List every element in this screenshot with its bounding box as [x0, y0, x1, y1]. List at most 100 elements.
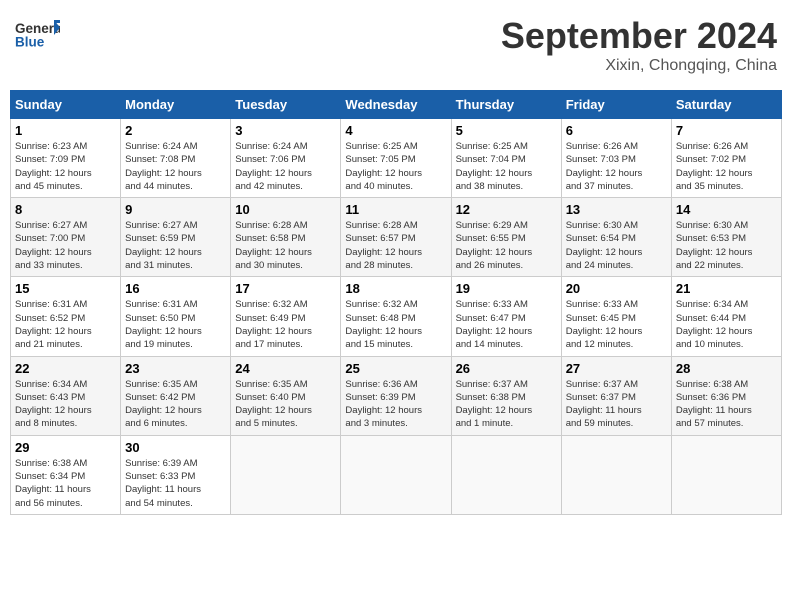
day-number: 29	[15, 440, 116, 455]
svg-text:General: General	[15, 21, 60, 36]
day-number: 14	[676, 202, 777, 217]
calendar-cell: 17 Sunrise: 6:32 AM Sunset: 6:49 PM Dayli…	[231, 277, 341, 356]
calendar-cell: 15Sunrise: 6:31 AM Sunset: 6:52 PM Dayli…	[11, 277, 121, 356]
day-number: 13	[566, 202, 667, 217]
weekday-header-tuesday: Tuesday	[231, 91, 341, 119]
calendar-cell: 4 Sunrise: 6:25 AM Sunset: 7:05 PM Daylig…	[341, 119, 451, 198]
day-info: Sunrise: 6:25 AM Sunset: 7:05 PM Dayligh…	[345, 140, 446, 193]
day-info: Sunrise: 6:34 AM Sunset: 6:43 PM Dayligh…	[15, 378, 116, 431]
day-info: Sunrise: 6:28 AM Sunset: 6:58 PM Dayligh…	[235, 219, 336, 272]
calendar-cell	[231, 435, 341, 514]
calendar-week-1: 1Sunrise: 6:23 AM Sunset: 7:09 PM Daylig…	[11, 119, 782, 198]
day-number: 21	[676, 281, 777, 296]
day-number: 20	[566, 281, 667, 296]
calendar-cell: 18 Sunrise: 6:32 AM Sunset: 6:48 PM Dayli…	[341, 277, 451, 356]
calendar-cell: 21 Sunrise: 6:34 AM Sunset: 6:44 PM Dayli…	[671, 277, 781, 356]
calendar-cell: 22 Sunrise: 6:34 AM Sunset: 6:43 PM Dayli…	[11, 356, 121, 435]
logo: General Blue	[15, 15, 60, 55]
day-info: Sunrise: 6:27 AM Sunset: 7:00 PM Dayligh…	[15, 219, 116, 272]
day-info: Sunrise: 6:26 AM Sunset: 7:03 PM Dayligh…	[566, 140, 667, 193]
calendar-cell: 27Sunrise: 6:37 AM Sunset: 6:37 PM Dayli…	[561, 356, 671, 435]
calendar-cell: 19Sunrise: 6:33 AM Sunset: 6:47 PM Dayli…	[451, 277, 561, 356]
weekday-header-thursday: Thursday	[451, 91, 561, 119]
day-number: 30	[125, 440, 226, 455]
day-info: Sunrise: 6:27 AM Sunset: 6:59 PM Dayligh…	[125, 219, 226, 272]
calendar-cell: 13 Sunrise: 6:30 AM Sunset: 6:54 PM Dayli…	[561, 198, 671, 277]
page-header: General Blue September 2024 Xixin, Chong…	[10, 10, 782, 80]
weekday-header-wednesday: Wednesday	[341, 91, 451, 119]
day-info: Sunrise: 6:28 AM Sunset: 6:57 PM Dayligh…	[345, 219, 446, 272]
day-info: Sunrise: 6:34 AM Sunset: 6:44 PM Dayligh…	[676, 298, 777, 351]
calendar-title: September 2024	[501, 15, 777, 57]
day-number: 23	[125, 361, 226, 376]
calendar-cell	[671, 435, 781, 514]
day-info: Sunrise: 6:32 AM Sunset: 6:49 PM Dayligh…	[235, 298, 336, 351]
calendar-cell: 20 Sunrise: 6:33 AM Sunset: 6:45 PM Dayli…	[561, 277, 671, 356]
day-number: 15	[15, 281, 116, 296]
calendar-cell: 28 Sunrise: 6:38 AM Sunset: 6:36 PM Dayli…	[671, 356, 781, 435]
calendar-week-4: 22 Sunrise: 6:34 AM Sunset: 6:43 PM Dayli…	[11, 356, 782, 435]
day-info: Sunrise: 6:24 AM Sunset: 7:08 PM Dayligh…	[125, 140, 226, 193]
day-info: Sunrise: 6:30 AM Sunset: 6:53 PM Dayligh…	[676, 219, 777, 272]
calendar-cell	[561, 435, 671, 514]
day-number: 24	[235, 361, 336, 376]
day-number: 6	[566, 123, 667, 138]
day-info: Sunrise: 6:30 AM Sunset: 6:54 PM Dayligh…	[566, 219, 667, 272]
calendar-cell	[341, 435, 451, 514]
calendar-cell: 5 Sunrise: 6:25 AM Sunset: 7:04 PM Daylig…	[451, 119, 561, 198]
calendar-cell	[451, 435, 561, 514]
logo-icon: General Blue	[15, 15, 60, 55]
day-info: Sunrise: 6:25 AM Sunset: 7:04 PM Dayligh…	[456, 140, 557, 193]
weekday-header-saturday: Saturday	[671, 91, 781, 119]
day-number: 22	[15, 361, 116, 376]
calendar-location: Xixin, Chongqing, China	[501, 57, 777, 75]
day-info: Sunrise: 6:24 AM Sunset: 7:06 PM Dayligh…	[235, 140, 336, 193]
day-number: 10	[235, 202, 336, 217]
calendar-cell: 7Sunrise: 6:26 AM Sunset: 7:02 PM Daylig…	[671, 119, 781, 198]
calendar-cell: 25Sunrise: 6:36 AM Sunset: 6:39 PM Dayli…	[341, 356, 451, 435]
day-number: 7	[676, 123, 777, 138]
day-number: 16	[125, 281, 226, 296]
day-number: 9	[125, 202, 226, 217]
calendar-cell: 11 Sunrise: 6:28 AM Sunset: 6:57 PM Dayli…	[341, 198, 451, 277]
weekday-header-monday: Monday	[121, 91, 231, 119]
day-info: Sunrise: 6:38 AM Sunset: 6:36 PM Dayligh…	[676, 378, 777, 431]
weekday-header-friday: Friday	[561, 91, 671, 119]
day-number: 1	[15, 123, 116, 138]
calendar-cell: 8 Sunrise: 6:27 AM Sunset: 7:00 PM Daylig…	[11, 198, 121, 277]
day-info: Sunrise: 6:33 AM Sunset: 6:47 PM Dayligh…	[456, 298, 557, 351]
weekday-header-row: SundayMondayTuesdayWednesdayThursdayFrid…	[11, 91, 782, 119]
calendar-cell: 16Sunrise: 6:31 AM Sunset: 6:50 PM Dayli…	[121, 277, 231, 356]
day-number: 28	[676, 361, 777, 376]
day-number: 18	[345, 281, 446, 296]
day-number: 17	[235, 281, 336, 296]
calendar-cell: 24Sunrise: 6:35 AM Sunset: 6:40 PM Dayli…	[231, 356, 341, 435]
calendar-cell: 10 Sunrise: 6:28 AM Sunset: 6:58 PM Dayli…	[231, 198, 341, 277]
day-info: Sunrise: 6:32 AM Sunset: 6:48 PM Dayligh…	[345, 298, 446, 351]
calendar-cell: 30 Sunrise: 6:39 AM Sunset: 6:33 PM Dayli…	[121, 435, 231, 514]
day-info: Sunrise: 6:35 AM Sunset: 6:42 PM Dayligh…	[125, 378, 226, 431]
day-number: 11	[345, 202, 446, 217]
calendar-cell: 2Sunrise: 6:24 AM Sunset: 7:08 PM Daylig…	[121, 119, 231, 198]
calendar-cell: 26 Sunrise: 6:37 AM Sunset: 6:38 PM Dayli…	[451, 356, 561, 435]
calendar-table: SundayMondayTuesdayWednesdayThursdayFrid…	[10, 90, 782, 515]
day-info: Sunrise: 6:39 AM Sunset: 6:33 PM Dayligh…	[125, 457, 226, 510]
calendar-cell: 1Sunrise: 6:23 AM Sunset: 7:09 PM Daylig…	[11, 119, 121, 198]
day-info: Sunrise: 6:33 AM Sunset: 6:45 PM Dayligh…	[566, 298, 667, 351]
calendar-cell: 3Sunrise: 6:24 AM Sunset: 7:06 PM Daylig…	[231, 119, 341, 198]
calendar-cell: 6 Sunrise: 6:26 AM Sunset: 7:03 PM Daylig…	[561, 119, 671, 198]
day-info: Sunrise: 6:37 AM Sunset: 6:38 PM Dayligh…	[456, 378, 557, 431]
day-number: 4	[345, 123, 446, 138]
day-info: Sunrise: 6:29 AM Sunset: 6:55 PM Dayligh…	[456, 219, 557, 272]
calendar-week-3: 15Sunrise: 6:31 AM Sunset: 6:52 PM Dayli…	[11, 277, 782, 356]
day-number: 25	[345, 361, 446, 376]
calendar-cell: 14 Sunrise: 6:30 AM Sunset: 6:53 PM Dayli…	[671, 198, 781, 277]
svg-text:Blue: Blue	[15, 34, 45, 49]
calendar-cell: 9 Sunrise: 6:27 AM Sunset: 6:59 PM Daylig…	[121, 198, 231, 277]
day-number: 5	[456, 123, 557, 138]
weekday-header-sunday: Sunday	[11, 91, 121, 119]
day-number: 8	[15, 202, 116, 217]
calendar-cell: 23 Sunrise: 6:35 AM Sunset: 6:42 PM Dayli…	[121, 356, 231, 435]
calendar-cell: 12Sunrise: 6:29 AM Sunset: 6:55 PM Dayli…	[451, 198, 561, 277]
day-number: 26	[456, 361, 557, 376]
